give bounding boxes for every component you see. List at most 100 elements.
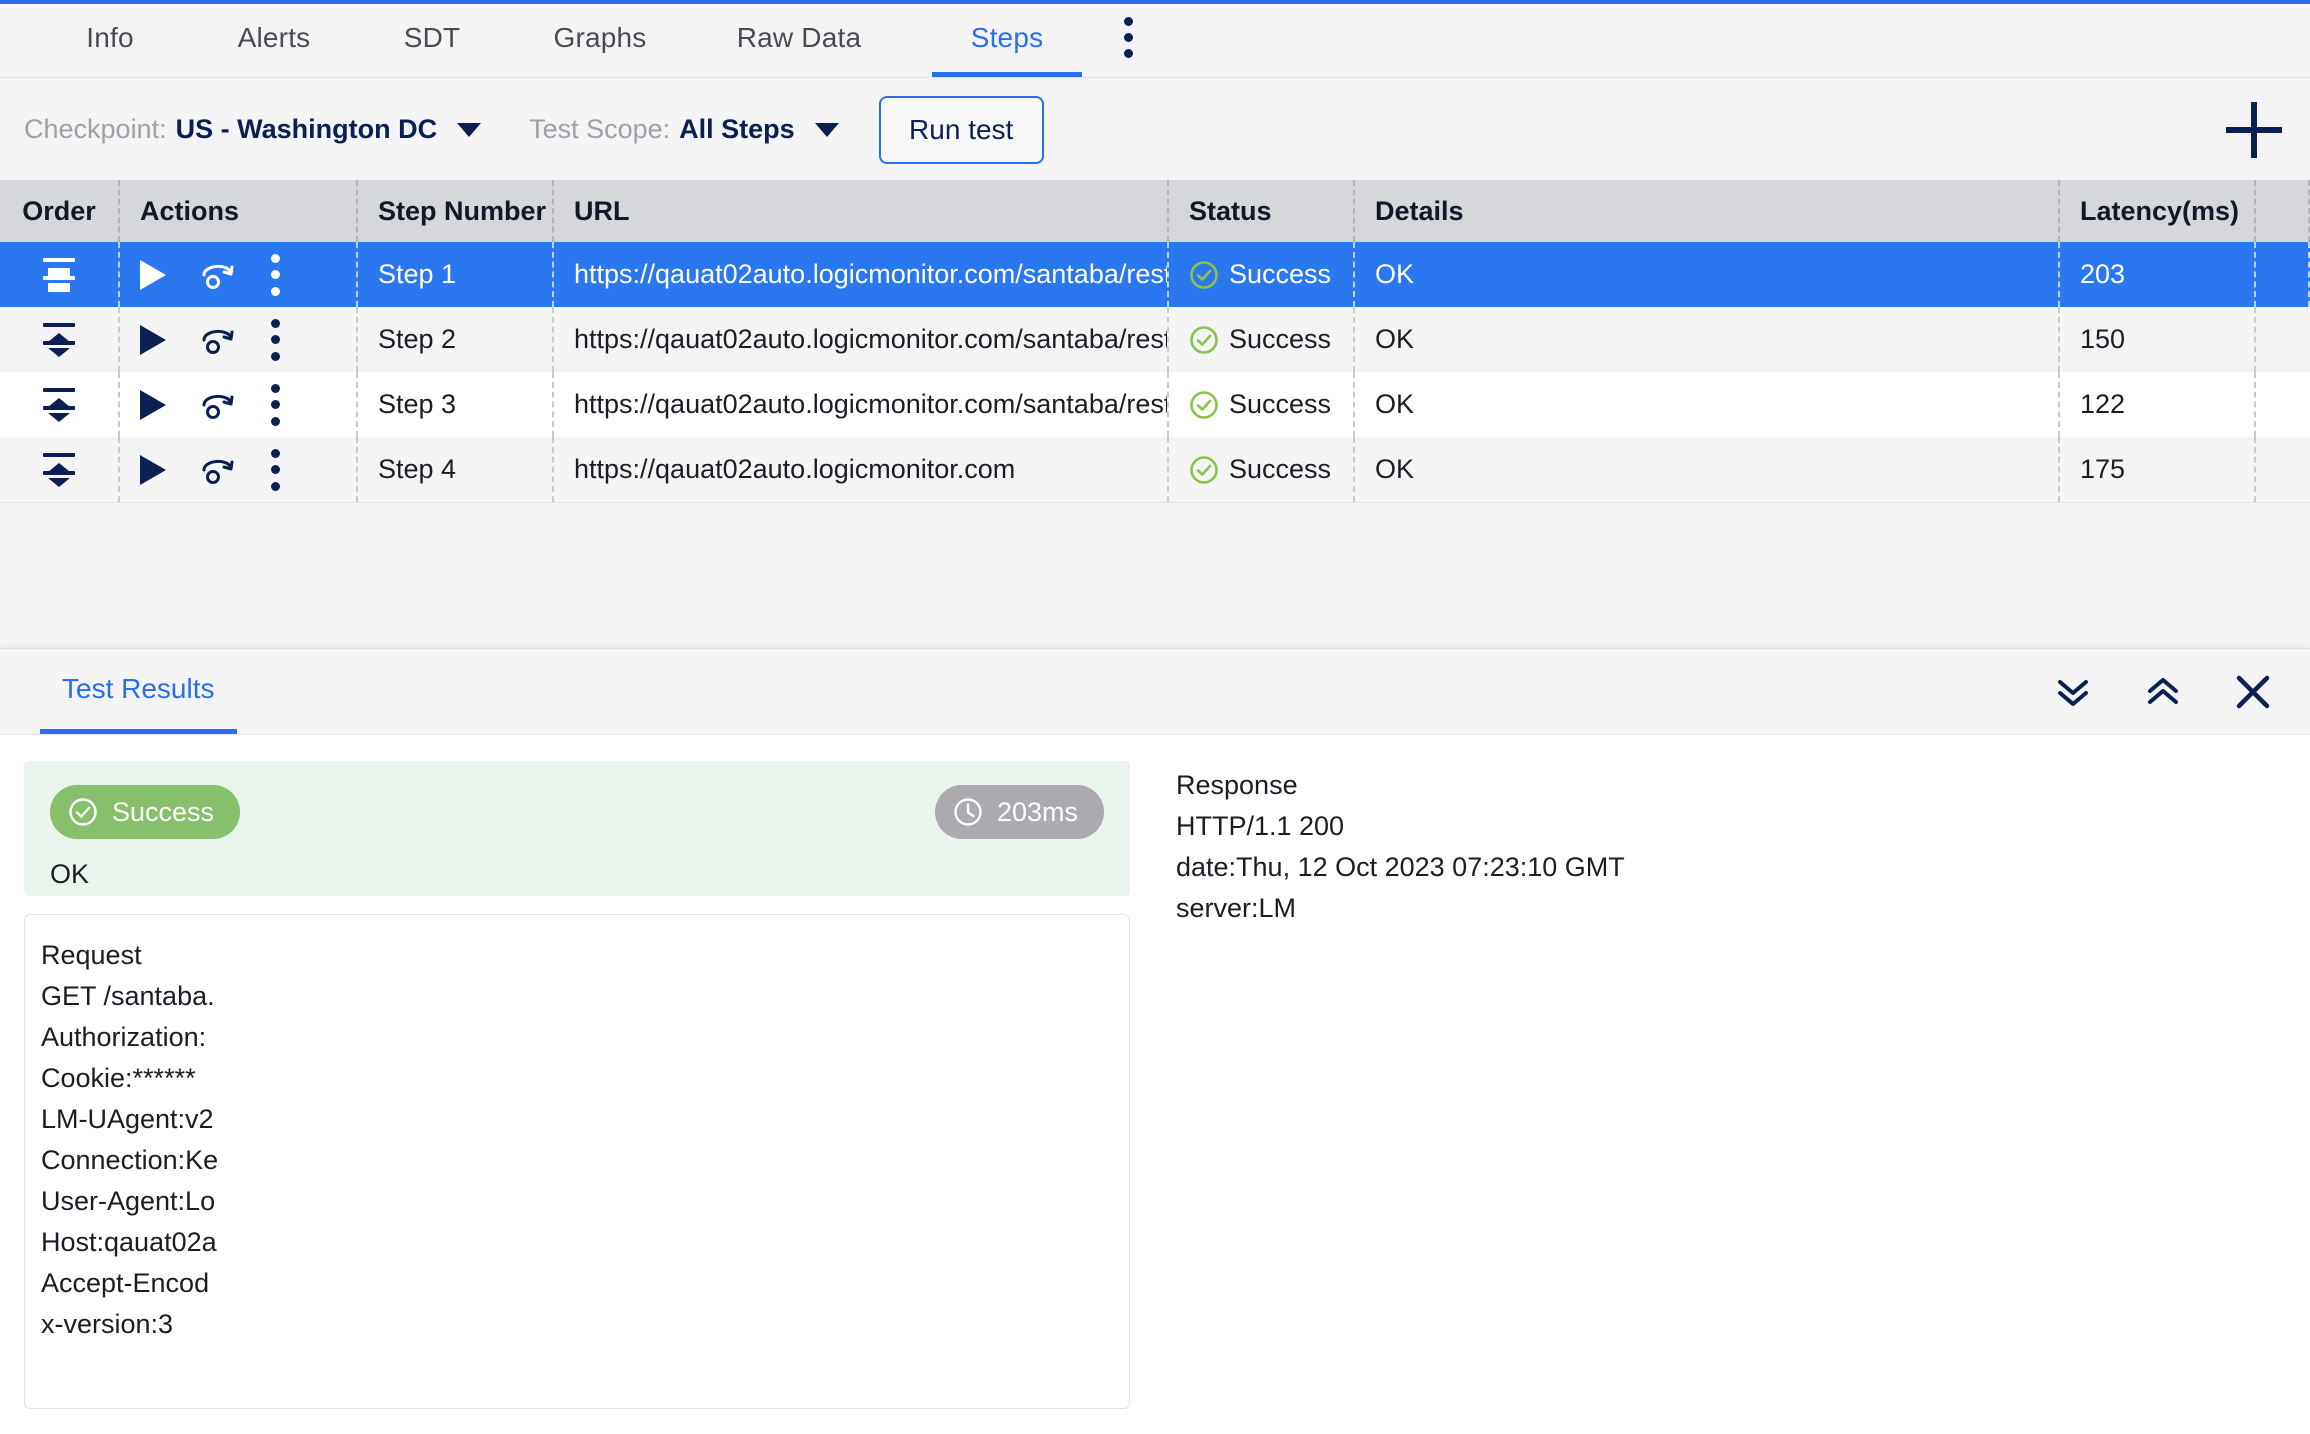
tab-test-results-label: Test Results: [62, 673, 215, 704]
test-scope-value: All Steps: [679, 114, 795, 144]
row-latency: 203: [2060, 242, 2256, 307]
row-step-number: Step 1: [358, 242, 554, 307]
plus-icon[interactable]: [2226, 101, 2282, 158]
response-line: date:Thu, 12 Oct 2023 07:23:10 GMT: [1176, 852, 1625, 882]
tab-info[interactable]: Info: [62, 3, 158, 77]
drag-handle-icon[interactable]: [39, 257, 79, 292]
request-line: Cookie:******: [41, 1063, 196, 1093]
tab-raw-data[interactable]: Raw Data: [724, 3, 874, 77]
replay-icon[interactable]: [200, 324, 236, 356]
row-status-label: Success: [1229, 259, 1332, 289]
row-spacer: [2256, 437, 2310, 502]
replay-icon[interactable]: [200, 389, 236, 421]
column-header-status[interactable]: Status: [1169, 180, 1355, 242]
more-vertical-icon[interactable]: [270, 448, 280, 491]
more-vertical-icon[interactable]: [270, 383, 280, 426]
row-url: https://qauat02auto.logicmonitor.com: [554, 437, 1169, 502]
more-vertical-icon[interactable]: [270, 253, 280, 296]
tab-alerts[interactable]: Alerts: [218, 3, 330, 77]
request-line: Authorization:: [41, 1022, 207, 1052]
request-line: x-version:3: [41, 1309, 174, 1339]
request-line: Host:qauat02a: [41, 1227, 217, 1257]
request-title: Request: [41, 940, 142, 970]
column-header-step-number[interactable]: Step Number: [358, 180, 554, 242]
table-body: Step 1 https://qauat02auto.logicmonitor.…: [0, 242, 2310, 503]
row-status: Success: [1169, 307, 1355, 372]
duration-badge-label: 203ms: [996, 796, 1078, 827]
table-header-row: Order Actions Step Number URL Status Det…: [0, 180, 2310, 242]
row-actions-cell: [120, 242, 358, 307]
row-latency: 175: [2060, 437, 2256, 502]
response-line: server:LM: [1176, 893, 1297, 923]
chevron-down-icon[interactable]: [457, 122, 482, 137]
checkpoint-selector[interactable]: Checkpoint: US - Washington DC: [24, 114, 482, 145]
tab-test-results[interactable]: Test Results: [40, 648, 236, 734]
row-details: OK: [1355, 307, 2060, 372]
row-status-label: Success: [1229, 389, 1332, 419]
row-step-number: Step 3: [358, 372, 554, 437]
steps-page: Info Alerts SDT Graphs Raw Data Steps Ch…: [0, 0, 2310, 1434]
chevron-double-up-icon[interactable]: [2144, 677, 2182, 707]
column-header-actions[interactable]: Actions: [120, 180, 358, 242]
row-order-cell: [0, 372, 120, 437]
tab-sdt[interactable]: SDT: [392, 3, 472, 77]
more-vertical-icon[interactable]: [1104, 3, 1152, 77]
response-title: Response: [1176, 770, 1298, 800]
row-url: https://qauat02auto.logicmonitor.com/san…: [554, 242, 1169, 307]
table-row[interactable]: Step 1 https://qauat02auto.logicmonitor.…: [0, 242, 2310, 307]
tab-steps[interactable]: Steps: [932, 3, 1082, 77]
play-icon[interactable]: [140, 454, 166, 485]
tab-graphs-label: Graphs: [553, 22, 647, 53]
drag-handle-icon[interactable]: [39, 452, 79, 487]
row-status: Success: [1169, 372, 1355, 437]
tab-steps-label: Steps: [970, 22, 1044, 53]
column-header-url[interactable]: URL: [554, 180, 1169, 242]
row-step-number: Step 2: [358, 307, 554, 372]
replay-icon[interactable]: [200, 454, 236, 486]
row-order-cell: [0, 242, 120, 307]
row-latency: 150: [2060, 307, 2256, 372]
replay-icon[interactable]: [200, 259, 236, 291]
column-header-latency[interactable]: Latency(ms): [2060, 180, 2256, 242]
row-status-label: Success: [1229, 324, 1332, 354]
close-icon[interactable]: [2234, 673, 2272, 711]
check-circle-icon: [1190, 260, 1218, 289]
run-test-button[interactable]: Run test: [878, 95, 1044, 164]
steps-table: Order Actions Step Number URL Status Det…: [0, 180, 2310, 503]
table-row[interactable]: Step 4 https://qauat02auto.logicmonitor.…: [0, 437, 2310, 502]
row-details: OK: [1355, 437, 2060, 502]
check-circle-icon: [1190, 325, 1218, 354]
more-vertical-icon[interactable]: [270, 318, 280, 361]
table-row[interactable]: Step 3 https://qauat02auto.logicmonitor.…: [0, 372, 2310, 437]
response-line: HTTP/1.1 200: [1176, 811, 1345, 841]
column-header-details[interactable]: Details: [1355, 180, 2060, 242]
row-step-number: Step 4: [358, 437, 554, 502]
request-line: Connection:Ke: [41, 1145, 219, 1175]
row-order-cell: [0, 307, 120, 372]
status-badge: Success: [50, 785, 241, 839]
test-scope-selector[interactable]: Test Scope: All Steps: [529, 114, 839, 145]
row-spacer: [2256, 372, 2310, 437]
status-badge-label: Success: [112, 796, 215, 827]
check-circle-icon: [1190, 455, 1218, 484]
drag-handle-icon[interactable]: [39, 322, 79, 357]
request-line: GET /santaba.: [41, 981, 215, 1011]
row-url: https://qauat02auto.logicmonitor.com/san…: [554, 307, 1169, 372]
clock-icon: [954, 798, 982, 826]
test-results-body: Success 203ms OK Request GET /santaba. A: [0, 735, 2310, 1434]
play-icon[interactable]: [140, 389, 166, 420]
drag-handle-icon[interactable]: [39, 387, 79, 422]
column-header-order[interactable]: Order: [0, 180, 120, 242]
tab-graphs[interactable]: Graphs: [534, 3, 666, 77]
play-icon[interactable]: [140, 259, 166, 290]
checkpoint-label: Checkpoint:: [24, 114, 167, 144]
row-status-label: Success: [1229, 454, 1332, 484]
play-icon[interactable]: [140, 324, 166, 355]
check-circle-icon: [69, 798, 97, 826]
request-card: Request GET /santaba. Authorization: Coo…: [24, 914, 1130, 1409]
row-details: OK: [1355, 372, 2060, 437]
table-row[interactable]: Step 2 https://qauat02auto.logicmonitor.…: [0, 307, 2310, 372]
row-latency: 122: [2060, 372, 2256, 437]
chevron-double-down-icon[interactable]: [2054, 677, 2092, 707]
chevron-down-icon[interactable]: [814, 122, 839, 137]
